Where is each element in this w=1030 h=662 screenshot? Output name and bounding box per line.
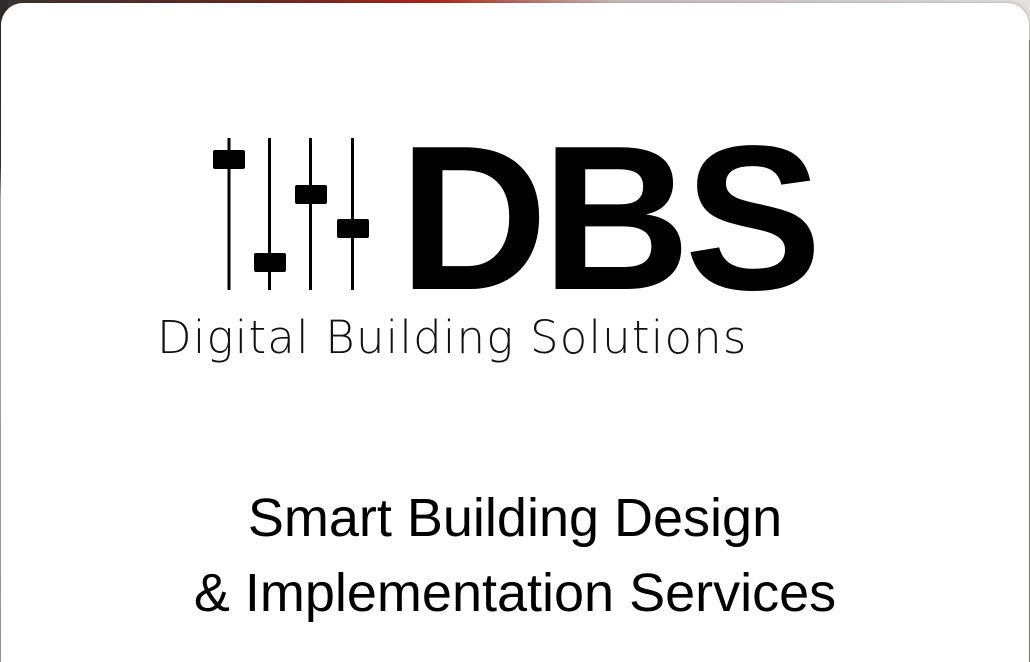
tagline-line-1: Smart Building Design: [247, 488, 783, 548]
tagline-line-2: & Implementation Services: [193, 563, 837, 623]
brand-acronym: DBS: [399, 103, 822, 333]
mixer-sliders-icon: [213, 138, 369, 290]
brand-full-name: Digital Building Solutions: [157, 311, 748, 364]
